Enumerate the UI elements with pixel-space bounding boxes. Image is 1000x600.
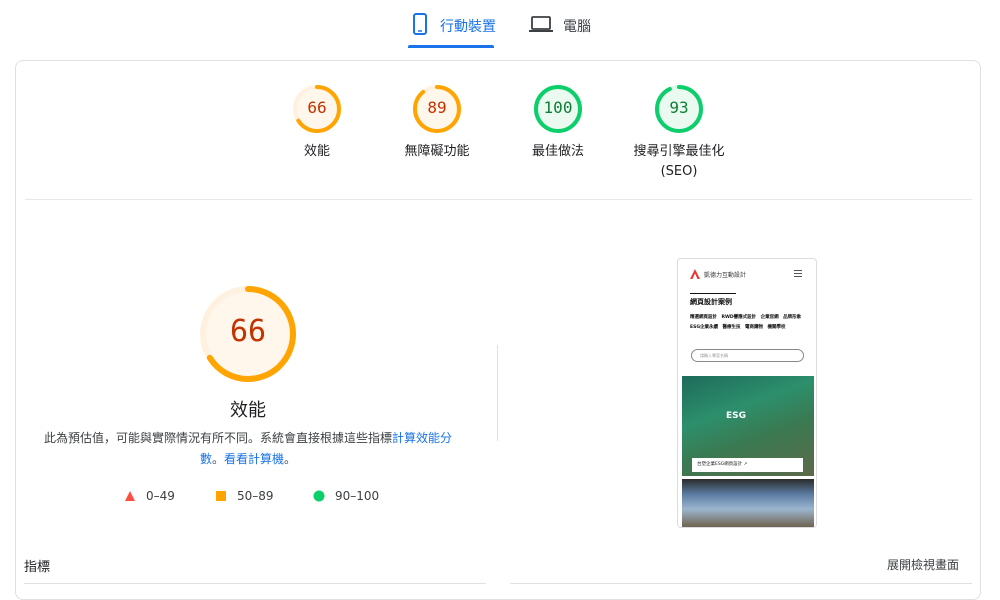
metrics-divider-right: [510, 583, 972, 584]
tab-mobile[interactable]: 行動裝置: [410, 10, 496, 50]
score-value: 66: [307, 98, 327, 117]
site-logo: 凱德力互動設計: [690, 269, 746, 279]
score-label: 搜尋引擎最佳化 (SEO): [633, 144, 725, 179]
score-performance[interactable]: 66 效能: [252, 84, 382, 162]
image-label: ESG: [726, 411, 747, 421]
legend-fail: 0–49: [124, 489, 175, 503]
page-screenshot-thumbnail[interactable]: 凱德力互動設計 網頁設計案例 精選網頁設計 RWD響應式設計 企業官網 品牌形象…: [677, 258, 817, 528]
calculator-link[interactable]: 看看計算機: [224, 452, 284, 466]
square-icon: [216, 491, 226, 501]
section-divider: [25, 199, 972, 200]
screenshot-project-image-2: [682, 479, 814, 527]
metrics-divider-left: [24, 583, 486, 584]
score-label: 最佳做法: [531, 144, 584, 159]
laptop-icon: [529, 12, 553, 36]
metrics-heading: 指標: [24, 560, 51, 575]
tab-mobile-label: 行動裝置: [440, 19, 496, 35]
score-value: 89: [427, 98, 447, 117]
performance-description: 此為預估值，可能與實際情況有所不同。系統會直接根據這些指標計算效能分數。看看計算…: [43, 431, 453, 466]
score-label: 效能: [303, 144, 330, 159]
screenshot-categories: 精選網頁設計 RWD響應式設計 企業官網 品牌形象 ESG企業永續 醫療生技 電…: [690, 315, 806, 330]
score-best-practices[interactable]: 100 最佳做法: [493, 84, 623, 162]
screenshot-title: 網頁設計案例: [690, 298, 732, 306]
triangle-icon: [125, 491, 135, 501]
tab-desktop-label: 電腦: [563, 19, 591, 35]
performance-title: 效能: [230, 400, 266, 421]
score-value: 100: [543, 98, 573, 117]
performance-score-value: 66: [229, 314, 267, 349]
title-rule: [690, 293, 736, 294]
screenshot-caption: 台塑企業ESG網頁設計 ↗: [692, 458, 803, 472]
device-tabs: 行動裝置 電腦: [0, 0, 1000, 50]
brand-logo-icon: [690, 269, 700, 279]
active-tab-indicator: [408, 45, 494, 48]
legend-pass: 90–100: [313, 489, 379, 503]
vertical-divider: [497, 345, 498, 441]
score-seo[interactable]: 93 搜尋引擎最佳化 (SEO): [614, 84, 744, 182]
score-value: 93: [669, 98, 689, 117]
score-label: 無障礙功能: [404, 144, 470, 159]
phone-icon: [410, 12, 430, 36]
score-accessibility[interactable]: 89 無障礙功能: [372, 84, 502, 162]
screenshot-search: 請輸入專案名稱: [691, 349, 804, 362]
legend-average: 50–89: [215, 489, 274, 503]
tab-desktop[interactable]: 電腦: [529, 10, 591, 50]
expand-view-toggle[interactable]: 展開檢視畫面: [887, 556, 959, 573]
circle-icon: [313, 490, 325, 502]
hamburger-menu-icon: [794, 270, 802, 279]
